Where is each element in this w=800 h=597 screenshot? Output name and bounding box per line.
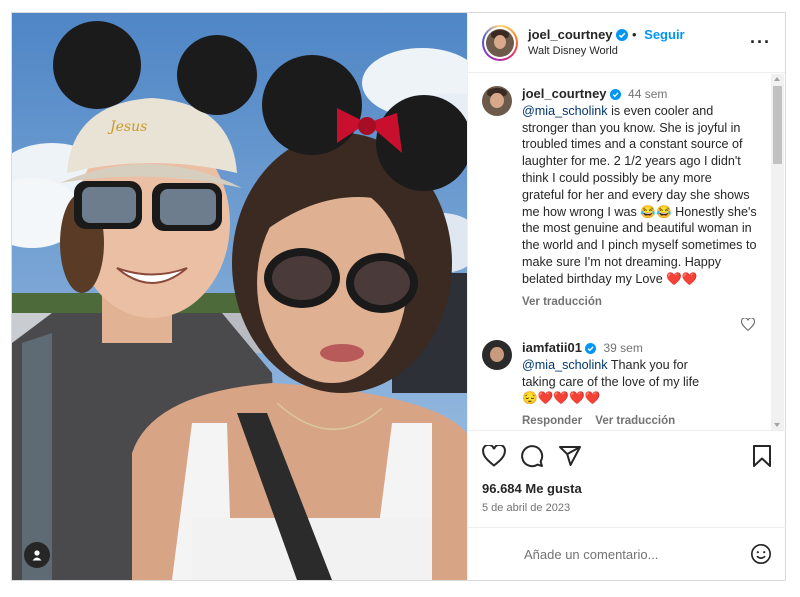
commenter-avatar[interactable]: [482, 340, 512, 370]
user-icon: [32, 550, 42, 561]
comments-list[interactable]: joel_courtney 44 sem @mia_scholink is ev…: [468, 74, 786, 430]
comment-composer: [468, 527, 786, 580]
caption-comment: joel_courtney 44 sem @mia_scholink is ev…: [482, 86, 757, 310]
verified-badge-icon: [615, 28, 628, 41]
post-modal: Jesus joel_courtney • Seguir Walt Disney…: [11, 12, 786, 581]
translate-link[interactable]: Ver traducción: [595, 415, 675, 427]
share-send-icon[interactable]: [558, 444, 582, 468]
post-details-panel: joel_courtney • Seguir Walt Disney World…: [467, 13, 786, 580]
comment-input[interactable]: [524, 546, 750, 562]
like-heart-icon[interactable]: [482, 445, 506, 467]
follow-button[interactable]: Seguir: [644, 27, 684, 42]
reply-button[interactable]: Responder: [522, 415, 582, 427]
comment-bubble-icon[interactable]: [520, 444, 544, 468]
comment-like-heart-icon[interactable]: [741, 318, 755, 331]
post-photo[interactable]: Jesus: [12, 13, 467, 580]
comment-time[interactable]: 39 sem: [603, 341, 642, 355]
caption-username[interactable]: joel_courtney: [522, 86, 607, 101]
comments-scrollbar[interactable]: [771, 74, 784, 430]
tagged-users-button[interactable]: [24, 542, 50, 568]
mention-link[interactable]: @mia_scholink: [522, 358, 608, 372]
comment-item: iamfatii01 39 sem @mia_scholink Thank yo…: [482, 340, 757, 430]
caption-text: is even cooler and stronger than you kno…: [522, 103, 757, 286]
more-options-icon[interactable]: ···: [750, 32, 771, 53]
location-link[interactable]: Walt Disney World: [528, 43, 750, 60]
verified-badge-icon: [584, 343, 596, 354]
commenter-username[interactable]: iamfatii01: [522, 340, 582, 355]
story-ring[interactable]: [482, 24, 518, 61]
caption-meta: Ver traducción: [522, 294, 757, 311]
post-actions: 96.684 Me gusta 5 de abril de 2023: [468, 430, 786, 514]
action-icons: [482, 441, 772, 471]
author-info: joel_courtney • Seguir Walt Disney World: [528, 26, 750, 60]
post-date[interactable]: 5 de abril de 2023: [482, 502, 772, 514]
author-username[interactable]: joel_courtney: [528, 27, 613, 42]
save-bookmark-icon[interactable]: [752, 444, 772, 468]
caption-text-block: @mia_scholink is even cooler and stronge…: [522, 103, 757, 288]
mention-link[interactable]: @mia_scholink: [522, 104, 608, 118]
likes-count[interactable]: 96.684 Me gusta: [482, 481, 772, 496]
comment-text-block: @mia_scholink Thank you for taking care …: [522, 357, 712, 391]
verified-badge-icon: [609, 89, 621, 100]
author-avatar[interactable]: [486, 28, 514, 57]
photo-illustration: Jesus: [12, 13, 467, 580]
caption-time[interactable]: 44 sem: [628, 87, 667, 101]
post-header: joel_courtney • Seguir Walt Disney World…: [468, 13, 785, 73]
translate-link[interactable]: Ver traducción: [522, 296, 602, 308]
emoji-picker-icon[interactable]: [750, 543, 772, 565]
caption-avatar[interactable]: [482, 86, 512, 116]
svg-text:Jesus: Jesus: [107, 119, 147, 135]
comment-meta: Responder Ver traducción: [522, 413, 757, 430]
comment-emojis: 😔❤️❤️❤️❤️: [522, 391, 601, 406]
